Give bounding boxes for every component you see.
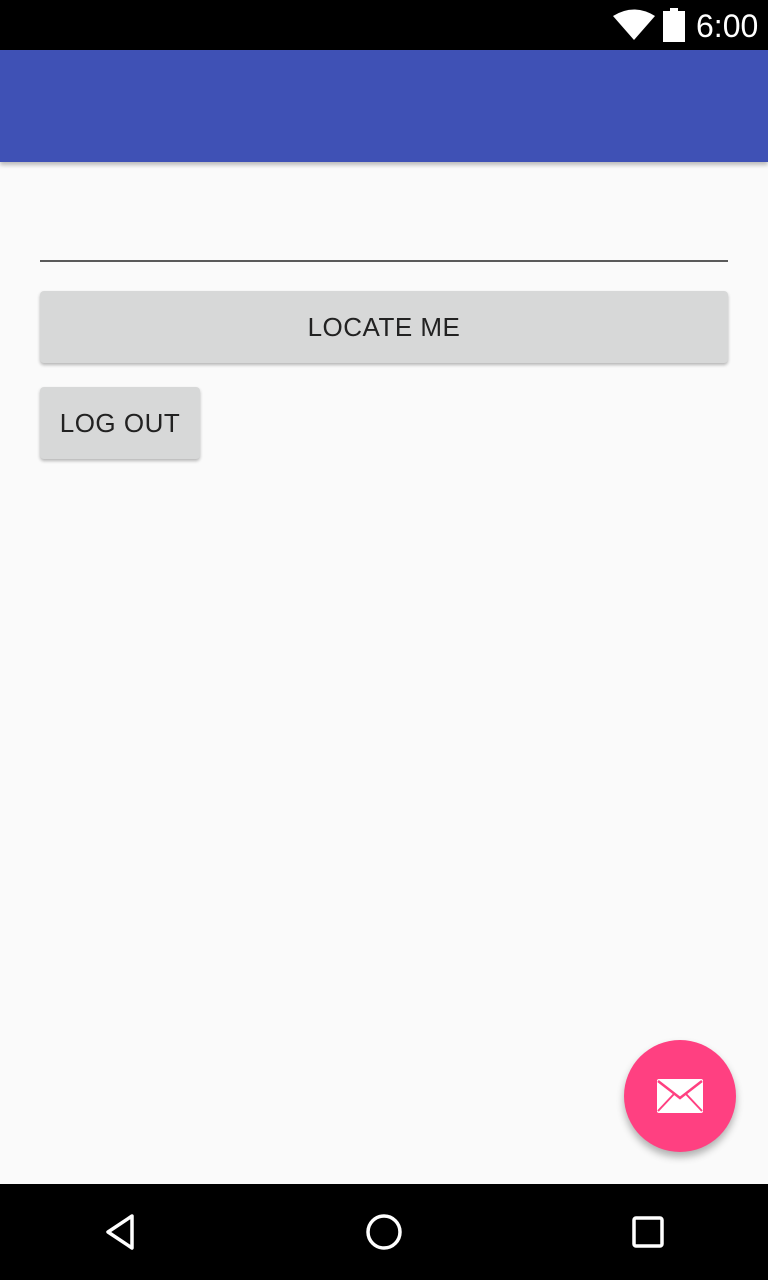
locate-me-button[interactable]: LOCATE ME bbox=[40, 291, 728, 363]
location-input[interactable] bbox=[40, 200, 728, 262]
navigation-bar bbox=[0, 1184, 768, 1280]
wifi-icon bbox=[613, 9, 655, 40]
log-out-button[interactable]: LOG OUT bbox=[40, 387, 200, 459]
app-screen: 6:00 LOCATE ME LOG OUT bbox=[0, 0, 768, 1280]
home-icon bbox=[366, 1214, 402, 1250]
back-icon bbox=[106, 1214, 134, 1250]
recents-button[interactable] bbox=[624, 1208, 672, 1256]
mail-fab-button[interactable] bbox=[624, 1040, 736, 1152]
home-button[interactable] bbox=[360, 1208, 408, 1256]
mail-icon bbox=[657, 1079, 703, 1113]
back-button[interactable] bbox=[96, 1208, 144, 1256]
status-bar: 6:00 bbox=[0, 0, 768, 50]
recents-icon bbox=[632, 1216, 664, 1248]
status-time: 6:00 bbox=[696, 8, 759, 44]
battery-icon bbox=[663, 8, 685, 42]
app-bar bbox=[0, 50, 768, 162]
